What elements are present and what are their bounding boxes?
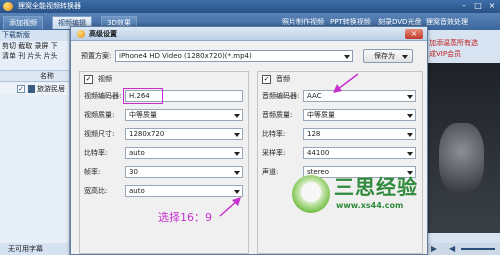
- video-size-label: 视频尺寸:: [84, 130, 115, 138]
- list-item[interactable]: ✓ 旅游民居: [0, 83, 69, 95]
- preset-value: iPhone4 HD Video (1280x720)(*.mp4): [119, 52, 252, 60]
- close-button[interactable]: ×: [405, 29, 423, 39]
- chevron-down-icon: [234, 114, 240, 118]
- audio-bitrate-select[interactable]: 128: [303, 128, 416, 140]
- audio-bitrate-value: 128: [307, 130, 321, 138]
- video-bitrate-value: auto: [129, 149, 145, 157]
- aspect-ratio-value: auto: [129, 187, 145, 195]
- chevron-down-icon: [344, 55, 350, 59]
- video-enable-checkbox[interactable]: ✓: [84, 75, 93, 84]
- audio-enable-checkbox[interactable]: ✓: [262, 75, 271, 84]
- video-quality-label: 视频质量:: [84, 111, 115, 119]
- audio-quality-value: 中等质量: [307, 111, 335, 119]
- video-size-value: 1280x720: [129, 130, 165, 138]
- chevron-down-icon: [402, 55, 408, 59]
- close-icon[interactable]: ×: [487, 1, 497, 11]
- preview-image: [439, 123, 484, 193]
- sample-rate-value: 44100: [307, 149, 330, 157]
- advanced-settings-dialog: 高级设置 × 预置方案: iPhone4 HD Video (1280x720)…: [70, 26, 428, 255]
- video-file-icon: [28, 85, 35, 93]
- video-settings-group: ✓ 视频 视频编码器: H.264 视频质量: 中等质量 视频尺寸: 1280x…: [79, 71, 249, 254]
- annotation-text: 选择16：9: [158, 211, 212, 224]
- video-codec-label: 视频编码器:: [84, 92, 122, 100]
- promo-line: 成VIP会员: [429, 50, 462, 58]
- chevron-down-icon: [234, 171, 240, 175]
- chevron-down-icon: [407, 133, 413, 137]
- vip-promo[interactable]: 加添温蒸所有选 成VIP会员: [427, 38, 500, 60]
- preview-panel: 加添温蒸所有选 成VIP会员 ◀: [427, 30, 500, 255]
- video-framerate-select[interactable]: 30: [125, 166, 243, 178]
- dialog-titlebar[interactable]: 高级设置 ×: [71, 27, 427, 41]
- list-item-name: 旅游民居: [37, 85, 65, 93]
- chevron-down-icon: [407, 152, 413, 156]
- promo-line: 加添温蒸所有选: [429, 39, 478, 47]
- audio-settings-group: ✓ 音频 音频编码器: AAC 音频质量: 中等质量 比特率: 128 采样率:…: [257, 71, 423, 254]
- chevron-down-icon: [234, 152, 240, 156]
- edit-tools-row[interactable]: 清单 刊 片头 片头: [0, 51, 69, 61]
- volume-slider[interactable]: [461, 248, 495, 250]
- save-as-label: 保存为: [374, 52, 395, 60]
- video-size-select[interactable]: 1280x720: [125, 128, 243, 140]
- annotation-arrow-icon: [219, 197, 241, 217]
- app-title: 狸窝全能视频转换器: [18, 2, 81, 10]
- tab-add-video[interactable]: 添加视频: [3, 16, 43, 29]
- chevron-down-icon: [234, 190, 240, 194]
- channel-label: 声道:: [262, 168, 279, 176]
- video-group-title: 视频: [98, 75, 112, 83]
- audio-bitrate-label: 比特率:: [262, 130, 286, 138]
- video-quality-value: 中等质量: [129, 111, 157, 119]
- audio-codec-label: 音频编码器:: [262, 92, 300, 100]
- maximize-icon[interactable]: □: [473, 1, 483, 11]
- app-logo-icon: [77, 30, 85, 38]
- audio-quality-select[interactable]: 中等质量: [303, 109, 416, 121]
- app-logo-icon: [3, 2, 13, 11]
- window-controls: – □ ×: [459, 1, 497, 11]
- audio-codec-value: AAC: [307, 92, 322, 100]
- link-audio-tool[interactable]: 狸窝音效处理: [426, 17, 468, 27]
- chevron-down-icon: [234, 133, 240, 137]
- video-bitrate-label: 比特率:: [84, 149, 108, 157]
- dialog-title: 高级设置: [89, 30, 117, 38]
- app-titlebar: 狸窝全能视频转换器 – □ ×: [0, 0, 500, 13]
- subtitle-select[interactable]: 无可用字幕: [0, 243, 69, 255]
- annotation-arrow-icon: [333, 73, 359, 93]
- chevron-down-icon: [407, 95, 413, 99]
- chevron-down-icon: [407, 114, 413, 118]
- watermark-logo-icon: [292, 175, 330, 213]
- minimize-icon[interactable]: –: [459, 1, 469, 11]
- list-header: 名称: [0, 70, 69, 82]
- watermark-url: www.xs44.com: [336, 201, 404, 210]
- sample-rate-label: 采样率:: [262, 149, 286, 157]
- preset-label: 预置方案:: [81, 52, 112, 60]
- file-list-panel: 下载新版 剪切 截取 录屏 下 清单 刊 片头 片头 名称 ✓ 旅游民居 无可用…: [0, 30, 70, 255]
- aspect-ratio-label: 宽高比:: [84, 187, 108, 195]
- download-new-version[interactable]: 下载新版: [0, 30, 69, 41]
- play-icon[interactable]: [431, 246, 437, 252]
- volume-icon[interactable]: ◀: [449, 245, 455, 253]
- column-name[interactable]: 名称: [40, 71, 54, 82]
- video-bitrate-select[interactable]: auto: [125, 147, 243, 159]
- preset-select[interactable]: iPhone4 HD Video (1280x720)(*.mp4): [115, 50, 353, 62]
- save-as-button[interactable]: 保存为: [363, 49, 413, 63]
- video-framerate-label: 帧率:: [84, 168, 101, 176]
- list-item-checkbox[interactable]: ✓: [17, 85, 25, 93]
- player-controls: ◀: [427, 243, 500, 255]
- audio-group-title: 音频: [276, 75, 290, 83]
- audio-quality-label: 音频质量:: [262, 111, 293, 119]
- video-framerate-value: 30: [129, 168, 138, 176]
- edit-tools-row[interactable]: 剪切 截取 录屏 下: [0, 41, 69, 51]
- highlight-box: [123, 88, 163, 104]
- watermark-text: 三思经验: [334, 175, 418, 199]
- video-preview: [427, 63, 500, 233]
- watermark: 三思经验 www.xs44.com: [292, 171, 428, 219]
- sample-rate-select[interactable]: 44100: [303, 147, 416, 159]
- video-quality-select[interactable]: 中等质量: [125, 109, 243, 121]
